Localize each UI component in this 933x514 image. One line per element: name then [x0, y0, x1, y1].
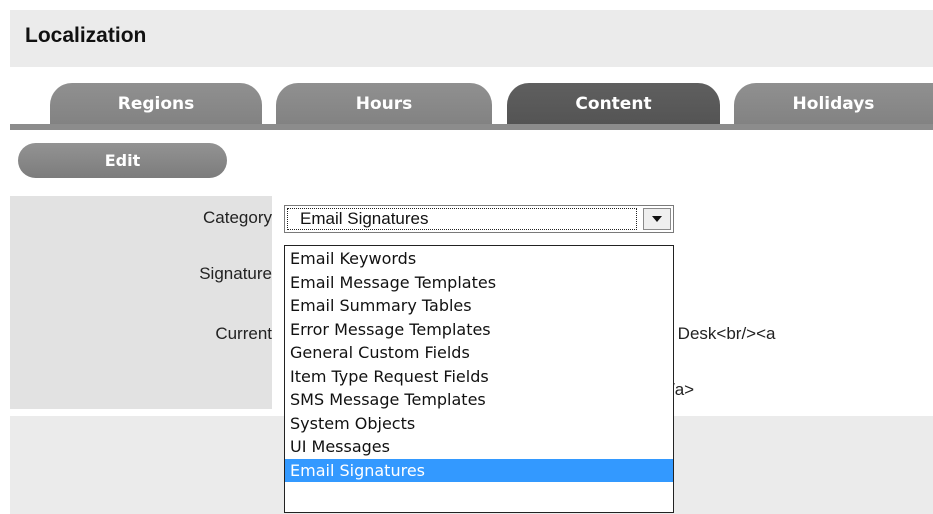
page-header: Localization	[10, 10, 933, 67]
dropdown-option-email-message-templates[interactable]: Email Message Templates	[285, 271, 673, 295]
category-label: Category	[203, 208, 272, 227]
category-select[interactable]: Email Signatures	[284, 205, 674, 233]
category-select-value: Email Signatures	[287, 208, 637, 230]
dropdown-option-sms-message-templates[interactable]: SMS Message Templates	[285, 388, 673, 412]
dropdown-option-email-summary-tables[interactable]: Email Summary Tables	[285, 294, 673, 318]
dropdown-option-ui-messages[interactable]: UI Messages	[285, 435, 673, 459]
dropdown-option-system-objects[interactable]: System Objects	[285, 412, 673, 436]
signature-label: Signature	[199, 264, 272, 283]
dropdown-option-general-custom-fields[interactable]: General Custom Fields	[285, 341, 673, 365]
edit-button[interactable]: Edit	[18, 143, 227, 178]
tab-regions[interactable]: Regions	[50, 83, 262, 125]
tab-bar-underline	[10, 124, 933, 130]
dropdown-option-email-keywords[interactable]: Email Keywords	[285, 247, 673, 271]
dropdown-toggle[interactable]	[643, 208, 671, 230]
dropdown-option-email-signatures[interactable]: Email Signatures	[285, 458, 673, 482]
page-title: Localization	[25, 24, 147, 47]
category-dropdown-list[interactable]: Email Keywords Email Message Templates E…	[284, 245, 674, 513]
dropdown-option-error-message-templates[interactable]: Error Message Templates	[285, 318, 673, 342]
tab-content[interactable]: Content	[507, 83, 720, 125]
dropdown-option-item-type-request-fields[interactable]: Item Type Request Fields	[285, 365, 673, 389]
bottom-area-left	[10, 416, 272, 514]
tab-hours[interactable]: Hours	[276, 83, 492, 125]
current-label: Current	[215, 324, 272, 343]
chevron-down-icon	[652, 216, 662, 222]
tab-holidays[interactable]: Holidays	[734, 83, 933, 125]
